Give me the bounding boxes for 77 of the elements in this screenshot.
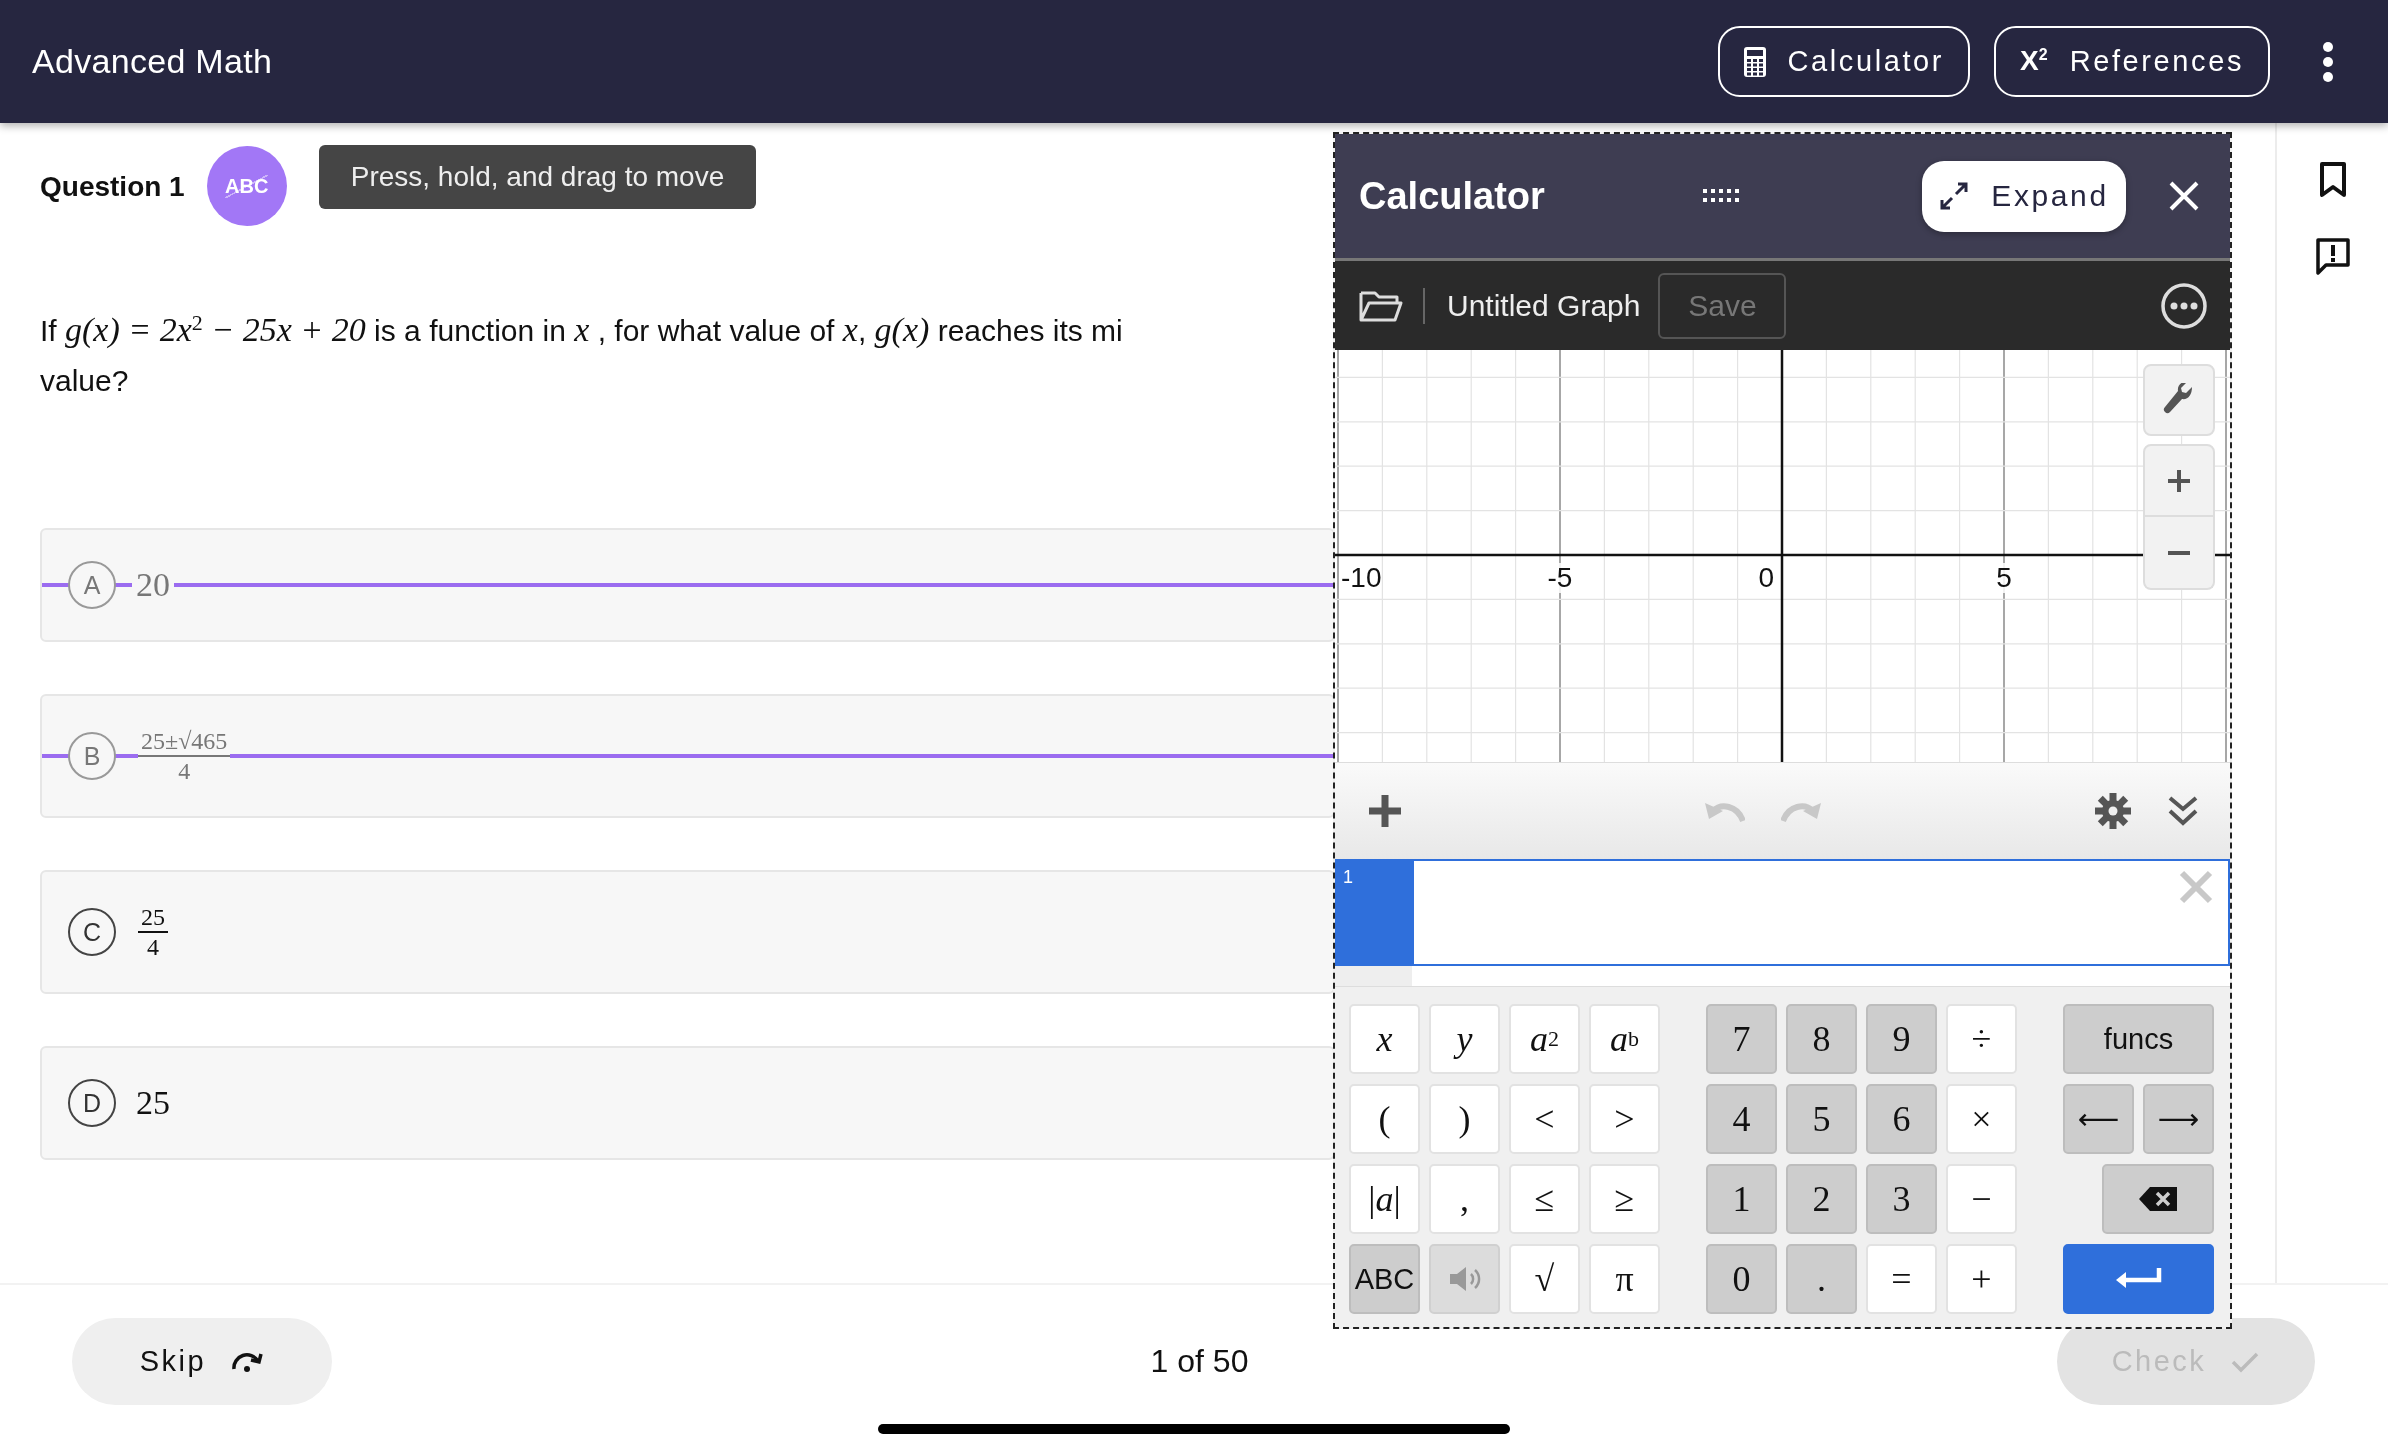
axis-label: 5 [1996, 563, 2012, 593]
keypad-key[interactable]: ) [1429, 1084, 1500, 1154]
keypad-key[interactable]: ( [1349, 1084, 1420, 1154]
keypad-key[interactable]: x [1349, 1004, 1420, 1074]
graph-settings-button[interactable] [2143, 364, 2215, 436]
keypad-key[interactable]: 8 [1786, 1004, 1857, 1074]
keypad-key[interactable]: ≤ [1509, 1164, 1580, 1234]
keypad-key[interactable]: a$^{2}$ [1509, 1004, 1580, 1074]
keypad-key[interactable]: |a| [1349, 1164, 1420, 1234]
keypad-key[interactable]: 7 [1706, 1004, 1777, 1074]
keypad-key[interactable]: π [1589, 1244, 1660, 1314]
question-label: Question 1 [40, 171, 185, 203]
keypad-key[interactable]: > [1589, 1084, 1660, 1154]
backspace-icon [2138, 1186, 2178, 1212]
choice-letter[interactable]: A [68, 561, 116, 609]
skip-button[interactable]: Skip [72, 1318, 332, 1405]
choice-letter[interactable]: B [68, 732, 116, 780]
choice-letter[interactable]: D [68, 1079, 116, 1127]
answer-choice[interactable]: C 25 4 [40, 870, 1335, 994]
drag-tooltip: Press, hold, and drag to move [318, 145, 757, 209]
speaker-icon [1447, 1266, 1482, 1292]
x-squared-icon: X$^{2}$ [2020, 47, 2048, 76]
app-title: Advanced Math [32, 42, 274, 81]
axis-label: -5 [1547, 563, 1573, 593]
keypad-key[interactable] [2102, 1164, 2214, 1234]
keypad-key[interactable]: < [1509, 1084, 1580, 1154]
keypad-key[interactable]: 1 [1706, 1164, 1777, 1234]
expression-number: 1 [1337, 861, 1414, 964]
keypad-key[interactable]: y [1429, 1004, 1500, 1074]
keypad-key[interactable]: + [1946, 1244, 2017, 1314]
keypad-key[interactable]: 6 [1866, 1084, 1937, 1154]
zoom-in-button[interactable] [2143, 444, 2215, 517]
keypad-key[interactable]: − [1946, 1164, 2017, 1234]
more-options-icon[interactable] [2160, 281, 2208, 330]
minus-icon [2166, 549, 2192, 556]
keypad-key[interactable]: × [1946, 1084, 2017, 1154]
keypad-key[interactable]: √ [1509, 1244, 1580, 1314]
keypad-key[interactable]: funcs [2063, 1004, 2214, 1074]
keypad-key[interactable]: , [1429, 1164, 1500, 1234]
keypad-key[interactable]: = [1866, 1244, 1937, 1314]
answer-choice[interactable]: D 25 [40, 1046, 1335, 1160]
keypad-key[interactable]: ≥ [1589, 1164, 1660, 1234]
keypad-key[interactable]: ⟶ [2143, 1084, 2214, 1154]
keypad-key[interactable]: ⟵ [2063, 1084, 2134, 1154]
keypad-key[interactable]: 2 [1786, 1164, 1857, 1234]
bookmark-icon[interactable] [2318, 161, 2347, 199]
references-button[interactable]: X$^{2}$ References [1994, 26, 2270, 97]
keypad-key[interactable]: 0 [1706, 1244, 1777, 1314]
choice-letter[interactable]: C [68, 908, 116, 956]
keypad-key[interactable]: a$^{b}$ [1589, 1004, 1660, 1074]
keypad-key[interactable]: 5 [1786, 1084, 1857, 1154]
keypad-key[interactable]: 3 [1866, 1164, 1937, 1234]
progress-indicator: 1 of 50 [1150, 1343, 1249, 1380]
expression-row[interactable]: 1 [1335, 859, 2230, 966]
keypad-key[interactable]: ABC [1349, 1244, 1420, 1314]
calculator-button[interactable]: Calculator [1717, 26, 1971, 97]
keypad-key[interactable]: 9 [1866, 1004, 1937, 1074]
answer-choice[interactable]: B 25±√465 4 [40, 694, 1335, 818]
close-icon[interactable] [2168, 180, 2200, 212]
keypad-key[interactable]: 4 [1706, 1084, 1777, 1154]
skip-arrow-icon [230, 1350, 265, 1373]
expand-button[interactable]: Expand [1922, 160, 2126, 232]
settings-icon[interactable] [2094, 792, 2132, 830]
drag-handle-icon[interactable] [1703, 189, 1741, 203]
more-icon[interactable] [2322, 41, 2334, 82]
plus-icon [2166, 467, 2192, 494]
question-text: If g(x) = 2x$^{2}$ − 25x + 20 is a function in x , for what value of x, g(x) reaches its mi value? [40, 309, 1123, 399]
add-icon[interactable] [1367, 793, 1403, 829]
answer-choice[interactable]: A 20 [40, 528, 1335, 642]
graph-title: Untitled Graph [1447, 288, 1641, 323]
calculator-title: Calculator [1359, 174, 1546, 218]
collapse-icon[interactable] [2166, 794, 2200, 828]
calculator-icon [1743, 46, 1766, 77]
report-icon[interactable] [2314, 237, 2351, 277]
expand-icon [1939, 181, 1970, 211]
keypad-key[interactable]: . [1786, 1244, 1857, 1314]
keypad-key[interactable]: ÷ [1946, 1004, 2017, 1074]
